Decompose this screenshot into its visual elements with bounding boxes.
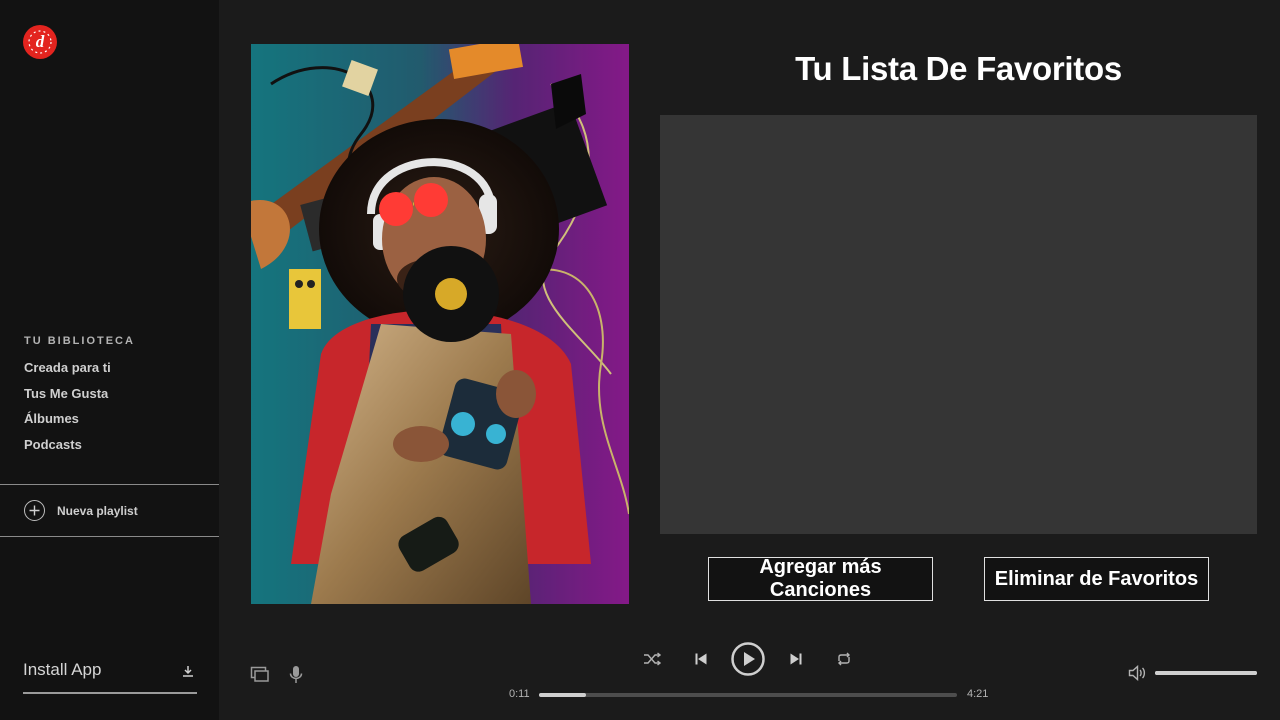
download-icon <box>182 664 194 682</box>
library-list: Creada para ti Tus Me Gusta Álbumes Podc… <box>24 359 111 461</box>
library-heading: TU BIBLIOTECA <box>24 335 135 347</box>
brand-logo-icon[interactable]: d <box>23 25 57 59</box>
play-icon <box>731 642 765 676</box>
shuffle-icon[interactable] <box>642 650 662 668</box>
new-playlist-button[interactable]: Nueva playlist <box>24 500 138 521</box>
play-button[interactable] <box>730 641 766 677</box>
page-title: Tu Lista De Favoritos <box>795 50 1122 87</box>
volume-fill <box>1155 671 1257 675</box>
repeat-icon[interactable] <box>835 650 853 668</box>
devices-icon[interactable] <box>250 664 270 684</box>
total-duration: 4:21 <box>967 688 989 700</box>
sidebar-item-tus-me-gusta[interactable]: Tus Me Gusta <box>24 385 111 411</box>
progress-fill <box>539 693 587 697</box>
elapsed-time: 0:11 <box>509 688 530 700</box>
logo-letter: d <box>36 32 45 51</box>
volume-slider[interactable] <box>1155 671 1257 675</box>
sidebar-item-creada-para-ti[interactable]: Creada para ti <box>24 359 111 385</box>
app-root: d TU BIBLIOTECA Creada para ti Tus Me Gu… <box>0 0 1280 720</box>
install-app-button[interactable]: Install App <box>23 656 197 694</box>
sidebar-divider-top <box>0 484 219 485</box>
album-cover-image <box>251 44 629 604</box>
sidebar-item-podcasts[interactable]: Podcasts <box>24 436 111 462</box>
add-songs-button[interactable]: Agregar más Canciones <box>708 556 933 601</box>
progress-slider[interactable] <box>539 693 957 697</box>
microphone-icon[interactable] <box>287 664 305 684</box>
skip-forward-icon[interactable] <box>787 650 805 668</box>
sidebar-divider-bottom <box>0 536 219 537</box>
remove-favorites-button[interactable]: Eliminar de Favoritos <box>984 557 1209 601</box>
sidebar-item-albumes[interactable]: Álbumes <box>24 410 111 436</box>
install-app-label: Install App <box>23 660 102 679</box>
new-playlist-label: Nueva playlist <box>57 503 138 518</box>
favorites-list-panel <box>660 115 1257 534</box>
sidebar: d TU BIBLIOTECA Creada para ti Tus Me Gu… <box>0 0 219 720</box>
plus-circle-icon <box>24 500 45 521</box>
volume-icon[interactable] <box>1127 664 1147 682</box>
skip-back-icon[interactable] <box>692 650 710 668</box>
